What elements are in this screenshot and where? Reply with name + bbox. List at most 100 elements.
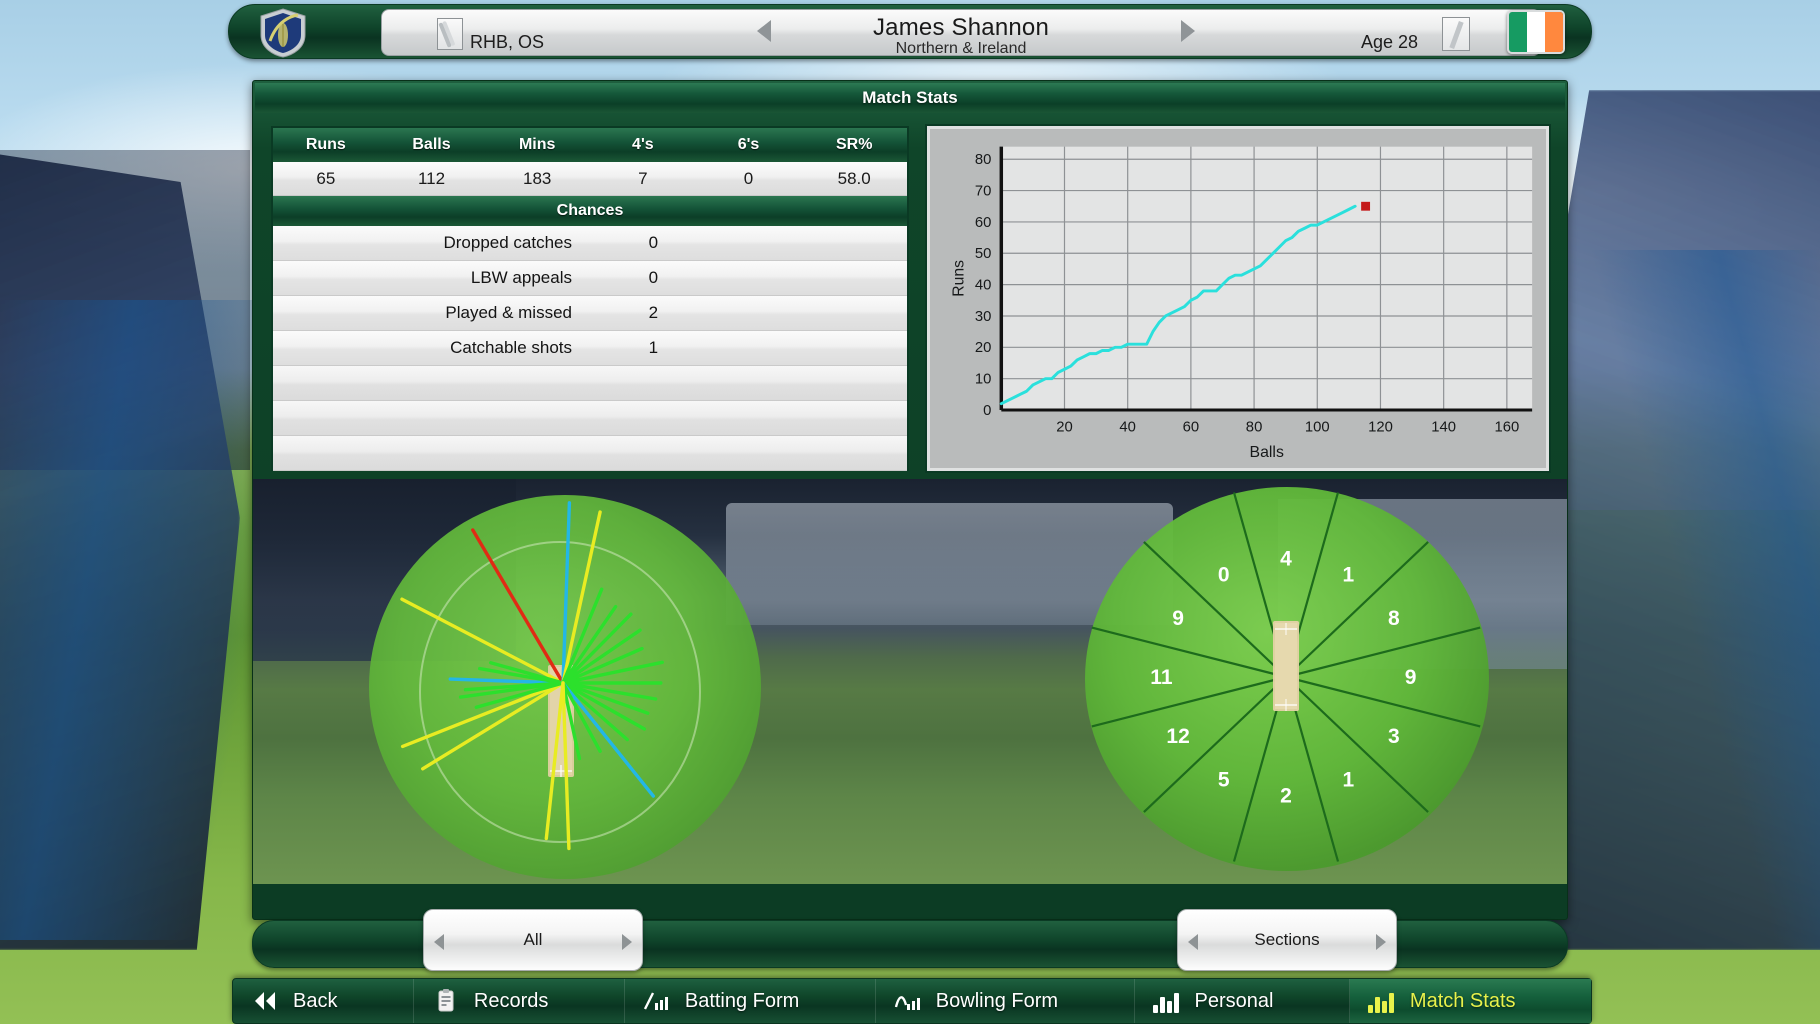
svg-text:140: 140: [1431, 420, 1456, 436]
filter-selector-all[interactable]: All: [423, 909, 643, 971]
chance-value: 0: [648, 233, 659, 252]
nav-match-stats-label: Match Stats: [1409, 989, 1516, 1012]
table-header-row: Runs Balls Mins 4's 6's SR%: [273, 128, 907, 162]
sector-value-label: 8: [1388, 607, 1400, 630]
nav-match-stats-button[interactable]: Match Stats: [1349, 979, 1591, 1023]
nav-back-button[interactable]: Back: [233, 979, 414, 1023]
chance-value: 1: [648, 338, 659, 357]
filter-selector-all-label: All: [523, 930, 543, 949]
cell-sixes: 0: [743, 168, 754, 188]
column-header: Balls: [412, 136, 451, 153]
table-row: 65 112 183 7 0 58.0: [273, 162, 907, 196]
sector-value-label: 11: [1150, 666, 1173, 689]
column-header: SR%: [835, 136, 873, 153]
bottom-navigation: Back Records Batting Form Bowling Form P…: [232, 978, 1592, 1024]
panel-title: Match Stats: [255, 83, 1565, 113]
svg-text:100: 100: [1305, 420, 1330, 436]
chance-value: 2: [648, 303, 659, 322]
player-age-label: Age 28: [1360, 32, 1418, 52]
svg-text:80: 80: [975, 152, 992, 168]
next-arrow-icon[interactable]: [1376, 934, 1386, 950]
sector-value-label: 5: [1218, 769, 1230, 792]
bar-chart-icon: [1367, 989, 1396, 1013]
player-header-bar: RHB, OS James Shannon Northern & Ireland…: [228, 4, 1592, 59]
club-crest-icon: [257, 7, 309, 59]
column-header: 4's: [632, 136, 654, 153]
next-player-arrow-icon[interactable]: [1181, 20, 1195, 42]
svg-text:30: 30: [975, 309, 992, 325]
shot-wagon-wheel[interactable]: [345, 487, 785, 884]
bar-chart-icon: [1152, 989, 1181, 1013]
svg-text:40: 40: [975, 278, 992, 294]
svg-text:160: 160: [1494, 420, 1519, 436]
svg-text:60: 60: [1183, 420, 1200, 436]
chance-label: Dropped catches: [443, 233, 572, 252]
cell-balls: 112: [417, 168, 446, 188]
nav-bowling-form-label: Bowling Form: [935, 989, 1059, 1012]
nav-batting-form-label: Batting Form: [684, 989, 800, 1012]
clipboard-icon: [432, 989, 460, 1013]
svg-text:Runs: Runs: [951, 260, 968, 297]
sector-value-label: 2: [1280, 784, 1292, 807]
nav-records-button[interactable]: Records: [414, 979, 625, 1023]
chance-label: LBW appeals: [470, 268, 572, 287]
filter-bar: All Sections: [252, 909, 1568, 971]
nav-personal-button[interactable]: Personal: [1135, 979, 1350, 1023]
list-item-empty: [273, 366, 907, 401]
svg-text:120: 120: [1368, 420, 1393, 436]
column-header: Mins: [518, 136, 556, 153]
nav-personal-label: Personal: [1194, 989, 1274, 1012]
list-item: Dropped catches 0: [273, 226, 907, 261]
svg-text:Balls: Balls: [1250, 444, 1284, 461]
svg-text:40: 40: [1119, 420, 1136, 436]
list-item-empty: [273, 436, 907, 471]
ireland-flag-icon: [1507, 10, 1565, 54]
bowling-form-chart-icon: [894, 989, 922, 1013]
sector-value-label: 0: [1218, 563, 1230, 586]
edit-pencil-icon[interactable]: [1442, 17, 1470, 51]
svg-text:60: 60: [975, 215, 992, 231]
filter-selector-sections[interactable]: Sections: [1177, 909, 1397, 971]
filter-selector-sections-label: Sections: [1254, 930, 1320, 949]
nav-batting-form-button[interactable]: Batting Form: [625, 979, 876, 1023]
runs-progression-chart: 0 10 20 30 40 50 60 70 80 20 40 60 80 100 120 140 160 R…: [925, 124, 1551, 473]
sector-value-label: 3: [1388, 725, 1400, 748]
sector-value-label: 4: [1280, 548, 1292, 571]
list-item-empty: [273, 401, 907, 436]
sector-value-label: 1: [1342, 563, 1354, 586]
list-item: Played & missed 2: [273, 296, 907, 331]
chance-label: Played & missed: [445, 303, 572, 322]
svg-text:10: 10: [975, 372, 992, 388]
cell-runs: 65: [316, 168, 336, 188]
match-stats-panel: Match Stats Runs Balls Mins 4's 6's SR% …: [252, 80, 1568, 920]
prev-arrow-icon[interactable]: [1188, 934, 1198, 950]
batting-stats-table: Runs Balls Mins 4's 6's SR% 65 112 183 7…: [271, 126, 909, 471]
list-item: LBW appeals 0: [273, 261, 907, 296]
field-sections-wheel[interactable]: 41893125121190: [1077, 479, 1497, 879]
double-left-arrow-icon: [251, 989, 279, 1013]
sector-value-label: 9: [1172, 607, 1184, 630]
chance-label: Catchable shots: [450, 338, 572, 357]
next-arrow-icon[interactable]: [622, 934, 632, 950]
sector-value-label: 12: [1166, 725, 1189, 748]
svg-text:70: 70: [975, 184, 992, 200]
nav-back-label: Back: [293, 989, 338, 1012]
list-item: Catchable shots 1: [273, 331, 907, 366]
svg-text:80: 80: [1246, 420, 1263, 436]
nav-records-label: Records: [473, 989, 549, 1012]
cell-strike-rate: 58.0: [837, 168, 871, 188]
chance-value: 0: [648, 268, 659, 287]
column-header: 6's: [737, 136, 760, 153]
svg-text:50: 50: [975, 246, 992, 262]
nav-bowling-form-button[interactable]: Bowling Form: [876, 979, 1135, 1023]
batting-form-chart-icon: [643, 989, 671, 1013]
sector-value-label: 1: [1342, 769, 1354, 792]
chances-section-header: Chances: [273, 196, 907, 226]
svg-text:20: 20: [975, 340, 992, 356]
column-header: Runs: [305, 136, 346, 153]
cell-fours: 7: [638, 168, 648, 188]
svg-text:0: 0: [983, 403, 991, 419]
chart-svg: 0 10 20 30 40 50 60 70 80 20 40 60 80 100 120 140 160 R…: [930, 129, 1546, 468]
player-info-plate: RHB, OS James Shannon Northern & Ireland…: [381, 9, 1541, 57]
prev-arrow-icon[interactable]: [434, 934, 444, 950]
